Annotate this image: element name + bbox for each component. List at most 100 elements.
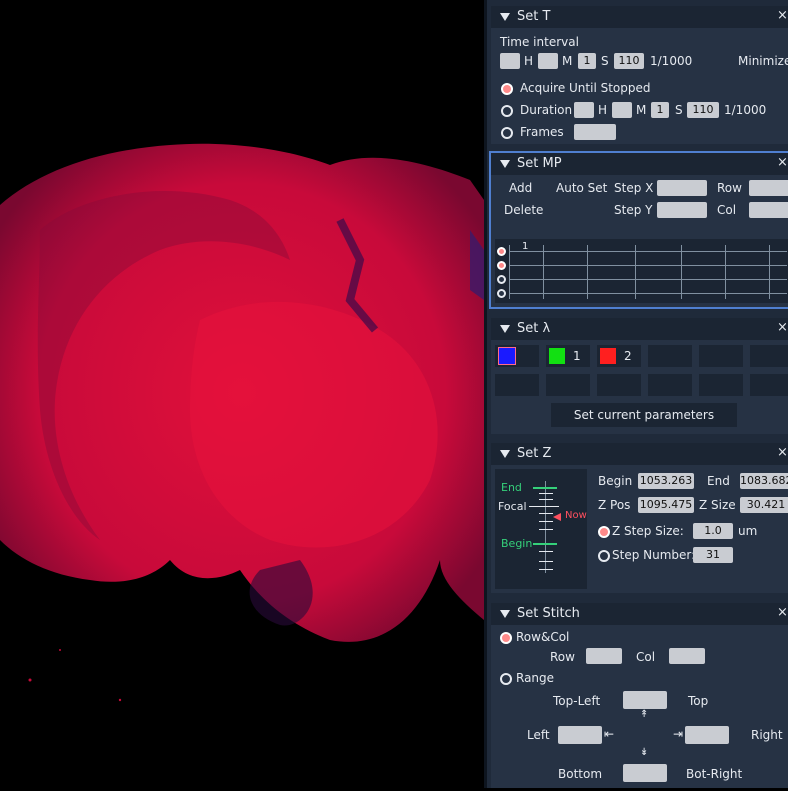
channel-slot-empty[interactable]: [699, 345, 743, 367]
z-size-label: Z Size: [699, 498, 736, 512]
channel-slot-red[interactable]: 2: [597, 345, 641, 367]
bottom-input[interactable]: [623, 764, 667, 782]
close-icon[interactable]: ×: [777, 320, 788, 335]
channel-slot-empty[interactable]: [495, 374, 539, 396]
position-list[interactable]: 1: [495, 239, 788, 303]
delete-button[interactable]: Delete: [504, 203, 543, 217]
range-radio[interactable]: [500, 673, 512, 685]
z-stack-gauge[interactable]: End Focal Now Begin: [495, 469, 587, 589]
z-pos-input[interactable]: 1095.475: [638, 497, 694, 513]
channel-slot-blue[interactable]: [495, 345, 539, 367]
add-button[interactable]: Add: [509, 181, 532, 195]
z-step-size-input[interactable]: 1.0: [693, 523, 733, 539]
step-number-input[interactable]: 31: [693, 547, 733, 563]
brain-section-image: [0, 143, 484, 702]
duration-radio[interactable]: [501, 105, 513, 117]
minutes-label: M: [562, 54, 573, 68]
frames-input[interactable]: [574, 124, 616, 140]
channel-slot-empty[interactable]: [648, 345, 692, 367]
blue-channel-swatch[interactable]: [498, 347, 516, 365]
hours-input[interactable]: [500, 53, 520, 69]
row-col-label: Row&Col: [516, 630, 570, 644]
minimize-button[interactable]: Minimize: [738, 54, 788, 68]
collapse-triangle-icon[interactable]: [500, 160, 510, 168]
right-input[interactable]: [685, 726, 729, 744]
section-title: Set Z: [517, 446, 552, 461]
duration-unit-label: 1/1000: [724, 103, 767, 117]
step-number-label: Step Number:: [612, 548, 696, 562]
control-panel: Set T × Time interval H M 1 S 110 1/1000…: [484, 0, 788, 788]
set-mp-header[interactable]: Set MP ×: [491, 153, 788, 175]
step-y-label: Step Y: [614, 203, 653, 217]
top-input[interactable]: [623, 691, 667, 709]
z-step-size-radio[interactable]: [598, 526, 610, 538]
z-end-field-label: End: [707, 474, 730, 488]
set-current-parameters-button[interactable]: Set current parameters: [551, 403, 737, 427]
duration-minutes-value[interactable]: 1: [651, 102, 669, 118]
set-t-header[interactable]: Set T ×: [491, 6, 788, 28]
collapse-triangle-icon[interactable]: [500, 13, 510, 21]
collapse-triangle-icon[interactable]: [500, 450, 510, 458]
row-input[interactable]: [749, 180, 788, 196]
duration-minutes-label: M: [636, 103, 647, 117]
z-size-input[interactable]: 30.421: [740, 497, 788, 513]
green-channel-swatch[interactable]: [549, 348, 565, 364]
minutes-value[interactable]: 1: [578, 53, 596, 69]
channel-slot-empty[interactable]: [750, 345, 788, 367]
channel-slot-empty[interactable]: [597, 374, 641, 396]
step-y-input[interactable]: [657, 202, 707, 218]
step-x-input[interactable]: [657, 180, 707, 196]
col-input[interactable]: [749, 202, 788, 218]
seconds-label: S: [601, 54, 609, 68]
left-button[interactable]: Left: [527, 728, 550, 742]
auto-set-button[interactable]: Auto Set: [556, 181, 607, 195]
set-z-header[interactable]: Set Z ×: [491, 443, 788, 465]
close-icon[interactable]: ×: [777, 8, 788, 23]
acquire-until-stopped-radio[interactable]: [501, 83, 513, 95]
duration-seconds-value[interactable]: 110: [687, 102, 719, 118]
frames-radio[interactable]: [501, 127, 513, 139]
position-radio[interactable]: [497, 261, 506, 270]
stitch-row-label: Row: [550, 650, 575, 664]
top-left-button[interactable]: Top-Left: [553, 694, 600, 708]
left-input[interactable]: [558, 726, 602, 744]
section-title: Set MP: [517, 156, 562, 171]
um-label: um: [738, 524, 758, 538]
right-button[interactable]: Right: [751, 728, 783, 742]
duration-hours-input[interactable]: [574, 102, 594, 118]
seconds-value[interactable]: 110: [614, 53, 644, 69]
step-number-radio[interactable]: [598, 550, 610, 562]
close-icon[interactable]: ×: [777, 445, 788, 460]
stitch-col-input[interactable]: [669, 648, 705, 664]
stitch-row-input[interactable]: [586, 648, 622, 664]
section-title: Set T: [517, 9, 551, 24]
position-radio[interactable]: [497, 289, 506, 298]
channel-slot-green[interactable]: 1: [546, 345, 590, 367]
set-lambda-header[interactable]: Set λ ×: [491, 318, 788, 340]
z-begin-input[interactable]: 1053.263: [638, 473, 694, 489]
close-icon[interactable]: ×: [777, 605, 788, 620]
channel-slot-empty[interactable]: [699, 374, 743, 396]
channel-slot-empty[interactable]: [648, 374, 692, 396]
bot-right-button[interactable]: Bot-Right: [686, 767, 742, 781]
set-z-section: Set Z × End Focal Now Begin Begin 1053.2…: [491, 443, 788, 593]
channel-slot-empty[interactable]: [546, 374, 590, 396]
top-button[interactable]: Top: [688, 694, 708, 708]
position-radio[interactable]: [497, 275, 506, 284]
red-channel-swatch[interactable]: [600, 348, 616, 364]
duration-label: Duration: [520, 103, 573, 117]
channel-slot-empty[interactable]: [750, 374, 788, 396]
set-stitch-header[interactable]: Set Stitch ×: [491, 603, 788, 625]
collapse-triangle-icon[interactable]: [500, 325, 510, 333]
row-col-radio[interactable]: [500, 632, 512, 644]
close-icon[interactable]: ×: [777, 155, 788, 170]
duration-minutes-input[interactable]: [612, 102, 632, 118]
minutes-input[interactable]: [538, 53, 558, 69]
z-end-input[interactable]: 1083.682: [740, 473, 788, 489]
set-current-parameters-label: Set current parameters: [573, 408, 715, 422]
collapse-triangle-icon[interactable]: [500, 610, 510, 618]
bottom-button[interactable]: Bottom: [558, 767, 602, 781]
set-stitch-section: Set Stitch × Row&Col Row Col Range Top-L…: [491, 603, 788, 788]
z-focal-label: Focal: [498, 500, 527, 513]
position-radio[interactable]: [497, 247, 506, 256]
